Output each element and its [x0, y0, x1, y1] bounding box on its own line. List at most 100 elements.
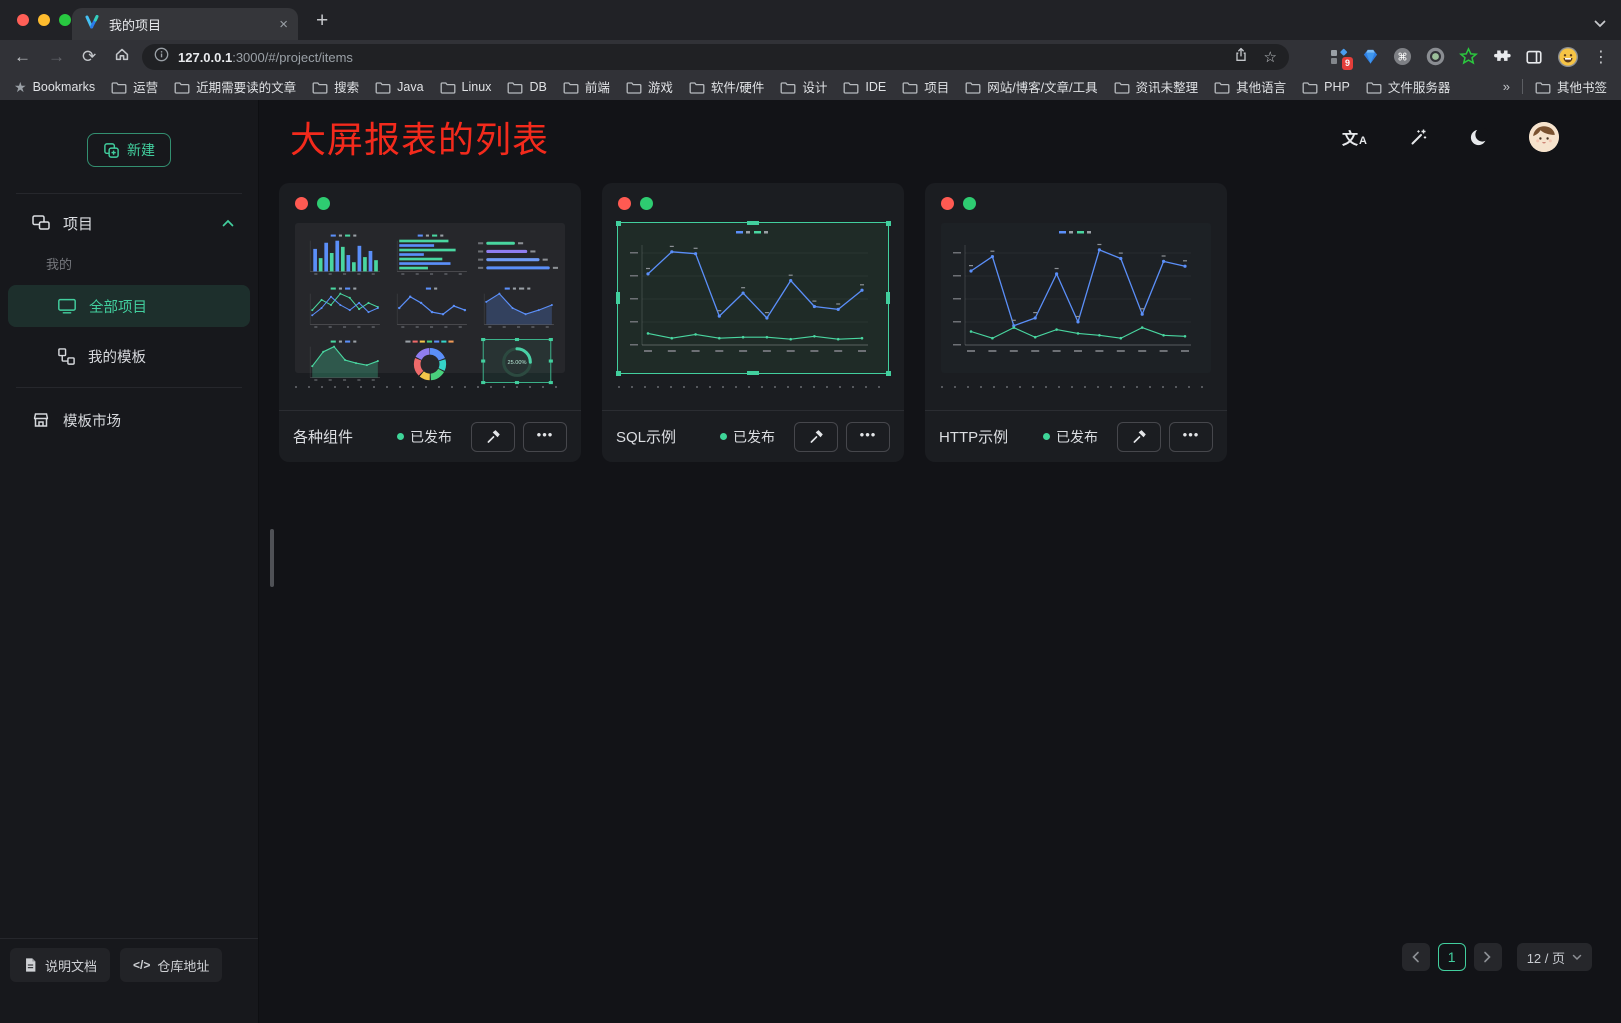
more-button[interactable]: •••	[846, 422, 890, 452]
current-page-button[interactable]: 1	[1438, 943, 1466, 971]
folder-icon	[111, 80, 127, 94]
tab-manager-extension-icon[interactable]: 9	[1330, 48, 1348, 66]
edit-button[interactable]	[794, 422, 838, 452]
bookmark-folder[interactable]: Linux	[440, 77, 492, 96]
minimize-window-button[interactable]	[38, 14, 50, 26]
prev-page-button[interactable]	[1402, 943, 1430, 971]
selection-handle[interactable]	[747, 371, 759, 375]
sidebar-item-template-market[interactable]: 模板市场	[0, 394, 258, 446]
selection-handle[interactable]	[616, 292, 620, 304]
card-dotted-separator	[618, 386, 888, 388]
main-content: 大屏报表的列表 文A 25.00%	[260, 100, 1621, 1023]
selection-handle[interactable]	[886, 292, 890, 304]
green-star-extension-icon[interactable]	[1459, 47, 1478, 66]
next-page-button[interactable]	[1474, 943, 1502, 971]
bookmark-folder[interactable]: 游戏	[626, 77, 673, 96]
bookmark-folder[interactable]: 近期需要读的文章	[174, 77, 296, 96]
magic-wand-icon[interactable]	[1408, 127, 1428, 147]
project-card[interactable]: SQL示例 已发布 •••	[602, 183, 904, 462]
selection-handle[interactable]	[886, 221, 891, 226]
tab-close-icon[interactable]: ×	[279, 17, 288, 32]
address-bar[interactable]: 127.0.0.1:3000/#/project/items ☆	[142, 44, 1289, 70]
tab-search-icon[interactable]	[1594, 15, 1606, 33]
bookmark-folder[interactable]: 文件服务器	[1366, 77, 1451, 96]
folder-icon	[375, 80, 391, 94]
card-dot-red	[941, 197, 954, 210]
star-icon: ★	[14, 80, 27, 94]
more-button[interactable]: •••	[1169, 422, 1213, 452]
sidebar-section-projects[interactable]: 项目	[0, 194, 258, 252]
bookmark-folder[interactable]: 其他语言	[1214, 77, 1286, 96]
close-window-button[interactable]	[17, 14, 29, 26]
bookmark-folder[interactable]: 运营	[111, 77, 158, 96]
more-button[interactable]: •••	[523, 422, 567, 452]
bookmark-folder[interactable]: PHP	[1302, 77, 1350, 96]
folder-icon	[1214, 80, 1230, 94]
sidebar-item-all-projects[interactable]: 全部项目	[8, 285, 250, 327]
bookmark-folder[interactable]: IDE	[843, 77, 886, 96]
bookmark-folder[interactable]: Java	[375, 77, 423, 96]
copy-plus-icon	[103, 142, 120, 159]
bookmark-folder[interactable]: 项目	[902, 77, 949, 96]
recorder-extension-icon[interactable]	[1426, 47, 1445, 66]
edit-button[interactable]	[1117, 422, 1161, 452]
bookmark-folder[interactable]: DB	[507, 77, 546, 96]
template-flow-icon	[57, 347, 76, 366]
page-size-select[interactable]: 12 / 页	[1517, 943, 1592, 971]
bookmark-folder[interactable]: 前端	[563, 77, 610, 96]
selection-handle[interactable]	[886, 371, 891, 376]
card-thumbnail[interactable]: 25.00%	[295, 223, 565, 373]
edit-button[interactable]	[471, 422, 515, 452]
project-card[interactable]: HTTP示例 已发布 •••	[925, 183, 1227, 462]
bookmarks-root[interactable]: ★ Bookmarks	[14, 80, 95, 94]
bookmark-folder[interactable]: 网站/博客/文章/工具	[965, 77, 1097, 96]
bookmark-folder[interactable]: 设计	[780, 77, 827, 96]
fullscreen-window-button[interactable]	[59, 14, 71, 26]
bookmark-star-icon[interactable]: ☆	[1264, 50, 1277, 65]
reload-icon[interactable]: ⟳	[82, 48, 96, 65]
dark-mode-moon-icon[interactable]	[1469, 128, 1488, 147]
bookmark-folder[interactable]: 资讯未整理	[1114, 77, 1199, 96]
app-root: 新建 项目 我的 全部项目 我的模板 模板市场	[0, 100, 1621, 1023]
project-cards: 25.00% 各种组件 已发布 ••• SQL示例 已发布	[260, 162, 1621, 462]
browser-tab[interactable]: 我的项目 ×	[72, 8, 298, 40]
selection-handle[interactable]	[747, 221, 759, 225]
browser-menu-icon[interactable]: ⋮	[1593, 47, 1609, 67]
docs-button[interactable]: 说明文档	[10, 948, 110, 982]
user-avatar[interactable]	[1529, 122, 1559, 152]
new-tab-button[interactable]: +	[316, 9, 328, 33]
site-info-icon[interactable]	[154, 47, 169, 67]
forward-icon[interactable]: →	[48, 48, 65, 65]
card-dotted-separator	[941, 386, 1211, 388]
card-thumbnail[interactable]	[618, 223, 888, 373]
card-thumbnail[interactable]	[941, 223, 1211, 373]
window-controls	[17, 14, 71, 26]
bookmark-folder[interactable]: 软件/硬件	[689, 77, 764, 96]
new-project-button[interactable]: 新建	[87, 133, 171, 167]
command-extension-icon[interactable]: ⌘	[1393, 47, 1412, 66]
bookmark-folder[interactable]: 搜索	[312, 77, 359, 96]
gem-extension-icon[interactable]	[1362, 48, 1379, 65]
bookmarks-overflow-icon[interactable]: »	[1503, 79, 1510, 94]
back-icon[interactable]: ←	[14, 48, 31, 65]
side-panel-icon[interactable]	[1525, 48, 1543, 66]
repo-button[interactable]: </> 仓库地址	[120, 948, 222, 982]
puzzle-extensions-icon[interactable]	[1492, 47, 1511, 66]
profile-avatar-icon[interactable]	[1557, 46, 1579, 68]
other-bookmarks-folder[interactable]: 其他书签	[1535, 77, 1607, 96]
scrollbar-thumb[interactable]	[270, 529, 274, 587]
folder-icon	[1366, 80, 1382, 94]
home-icon[interactable]	[113, 45, 131, 68]
hammer-icon	[808, 428, 825, 445]
bookmarks-bar: ★ Bookmarks 运营 近期需要读的文章 搜索 Java Linux DB…	[0, 73, 1621, 100]
selection-handle[interactable]	[616, 221, 621, 226]
folder-icon	[1302, 80, 1318, 94]
language-icon[interactable]: 文A	[1342, 125, 1367, 149]
sidebar-item-my-templates[interactable]: 我的模板	[8, 335, 250, 377]
selection-handle[interactable]	[616, 371, 621, 376]
share-icon[interactable]	[1233, 46, 1249, 68]
project-card[interactable]: 25.00% 各种组件 已发布 •••	[279, 183, 581, 462]
tab-strip: 我的项目 × +	[0, 0, 1621, 40]
svg-text:⌘: ⌘	[1397, 51, 1407, 63]
card-window-dots	[618, 197, 888, 210]
